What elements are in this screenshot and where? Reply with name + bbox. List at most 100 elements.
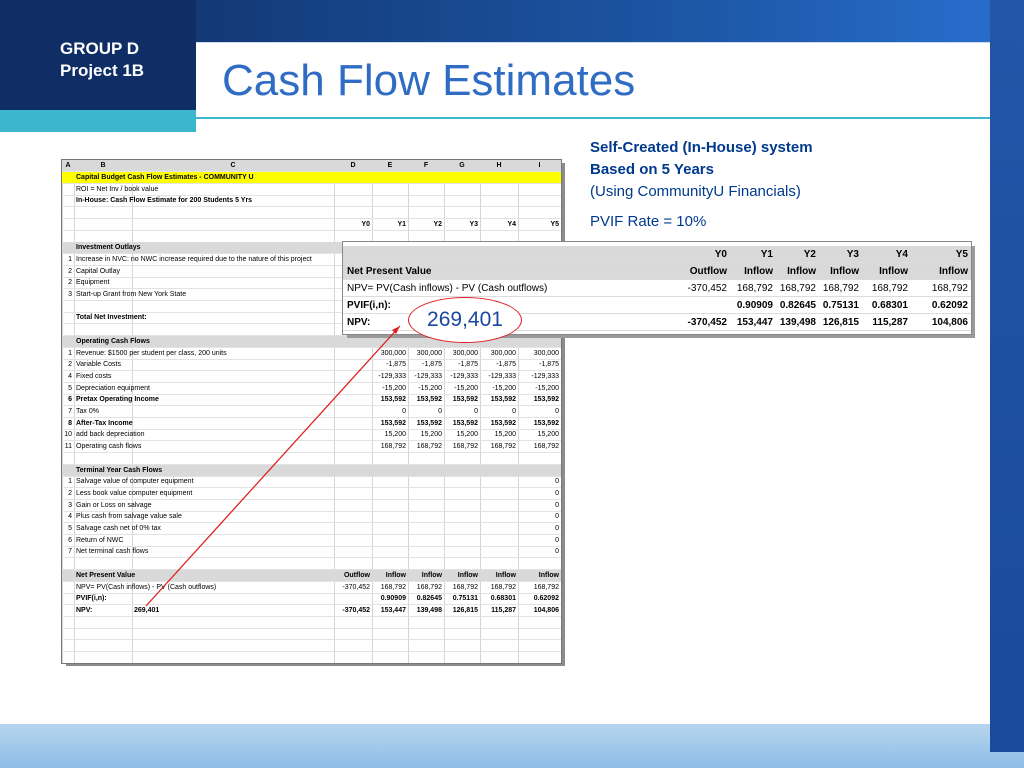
sheet-cell: Operating Cash Flows	[76, 338, 150, 345]
sheet-cell: Operating cash flows	[76, 443, 142, 450]
sheet-row	[62, 652, 561, 663]
slide-title: Cash Flow Estimates	[222, 56, 636, 105]
group-label-box: GROUP D Project 1B	[0, 0, 196, 110]
sheet-cell: Investment Outlays	[76, 244, 141, 251]
info-line-years: Based on 5 Years	[590, 161, 714, 178]
sheet-cell: 10	[64, 431, 72, 438]
sheet-cell: 15,200	[494, 431, 516, 438]
sheet-row: Net Present Value Outflow Inflow Inflow Infl…	[62, 570, 561, 582]
npv-callout-oval: 269,401	[408, 297, 522, 343]
sheet-column-header: F	[423, 162, 429, 169]
callout-cell: Inflow	[939, 266, 968, 277]
callout-row: NPV= PV(Cash inflows) - PV (Cash outflow…	[343, 280, 971, 297]
sheet-cell: Salvage value of computer equipment	[76, 478, 194, 485]
sheet-cell: Less book value computer equipment	[76, 490, 193, 497]
sheet-cell: In-House: Cash Flow Estimate for 200 Stu…	[76, 197, 253, 204]
sheet-row	[62, 558, 561, 570]
callout-cell: 168,792	[822, 283, 859, 294]
sheet-cell: -129,333	[414, 373, 442, 380]
sheet-cell: Capital Budget Cash Flow Estimates - COM…	[76, 174, 254, 181]
sheet-column-header: E	[387, 162, 393, 169]
sheet-cell: -129,333	[531, 373, 559, 380]
sheet-column-headers: A B C D E F G H I	[62, 160, 561, 172]
sheet-cell: 168,792	[490, 443, 516, 450]
sheet-column-header: I	[538, 162, 541, 169]
sheet-cell: 3	[68, 291, 72, 298]
sheet-cell: 5	[68, 525, 72, 532]
sheet-cell: 153,592	[533, 396, 559, 403]
sheet-cell: 0	[555, 478, 559, 485]
sheet-column-header: H	[496, 162, 502, 169]
sheet-cell: 4	[68, 513, 72, 520]
callout-cell: Y4	[895, 249, 908, 260]
sheet-cell: 2	[68, 279, 72, 286]
callout-row: Net Present Value Outflow Inflow Inflow Infl…	[343, 263, 971, 280]
sheet-row: 5 Salvage cash net of 0% tax 0	[62, 523, 561, 535]
sheet-cell: 168,792	[533, 443, 559, 450]
sheet-cell: -129,333	[488, 373, 516, 380]
sheet-cell: 153,592	[490, 396, 516, 403]
sheet-cell: Y2	[433, 221, 442, 228]
sheet-cell: 11	[64, 443, 72, 450]
sheet-cell: 153,447	[380, 607, 406, 614]
sheet-cell: Y1	[397, 221, 406, 228]
callout-row-label: Net Present Value	[347, 266, 432, 277]
sheet-cell: Salvage cash net of 0% tax	[76, 525, 161, 532]
sheet-cell: Net Present Value	[76, 572, 136, 579]
callout-cell: 0.90909	[736, 300, 773, 311]
sheet-cell: Inflow	[495, 572, 516, 579]
sheet-cell: Plus cash from salvage value sale	[76, 513, 182, 520]
sheet-row: 6 Pretax Operating Income 153,592 153,592 15…	[62, 394, 561, 406]
sheet-cell: Y4	[507, 221, 516, 228]
info-line-financials: (Using CommunityU Financials)	[590, 183, 801, 200]
callout-cell: Y1	[760, 249, 773, 260]
accent-strip	[0, 110, 196, 132]
sheet-cell: -129,333	[378, 373, 406, 380]
group-name: GROUP D	[60, 39, 140, 58]
callout-cell: 126,815	[822, 317, 859, 328]
sheet-cell: 139,498	[416, 607, 442, 614]
sheet-cell: add back depreciation	[76, 431, 145, 438]
callout-cell: 168,792	[779, 283, 816, 294]
sheet-cell: Net terminal cash flows	[76, 548, 149, 555]
sheet-row: PVIF(i,n): 0.90909 0.82645 0.75131 0.68301 0.…	[62, 593, 561, 605]
sheet-column-header: G	[459, 162, 465, 169]
sheet-row	[62, 628, 561, 640]
sheet-cell: Y0	[361, 221, 370, 228]
sheet-cell: 126,815	[452, 607, 478, 614]
callout-cell: Inflow	[830, 266, 859, 277]
sheet-cell: -1,875	[386, 361, 406, 368]
sheet-cell: Variable Costs	[76, 361, 122, 368]
sheet-cell: 6	[68, 396, 72, 403]
sheet-cell: Equipment	[76, 279, 110, 286]
sheet-cell: 0.82645	[416, 595, 442, 602]
sheet-cell: 0	[555, 408, 559, 415]
sheet-cell: 0	[512, 408, 516, 415]
sheet-cell: Inflow	[385, 572, 406, 579]
callout-cell: -370,452	[687, 317, 727, 328]
sheet-cell: Inflow	[457, 572, 478, 579]
sheet-cell: -370,452	[342, 607, 370, 614]
bottom-decor-band	[0, 724, 1024, 768]
sheet-row: NPV: 269,401 -370,452 153,447 139,498 126,815…	[62, 605, 561, 617]
sheet-cell: 7	[68, 548, 72, 555]
sheet-cell: 4	[68, 373, 72, 380]
sheet-cell: 2	[68, 490, 72, 497]
callout-cell: 0.68301	[871, 300, 908, 311]
callout-cell	[683, 297, 730, 314]
sheet-cell: 168,792	[452, 443, 478, 450]
spreadsheet-image: A B C D E F G H I Capital Budget Cash Flow Estima…	[61, 159, 562, 664]
callout-cell: 139,498	[779, 317, 816, 328]
callout-row-label: NPV= PV(Cash inflows) - PV (Cash outflow…	[347, 283, 548, 294]
sheet-cell: Total Net Investment:	[76, 314, 147, 321]
accent-line	[196, 117, 990, 119]
sheet-cell: 153,592	[380, 396, 406, 403]
sheet-row: 2 Variable Costs -1,875 -1,875 -1,875 -1,875 -…	[62, 359, 561, 371]
sheet-cell: 153,592	[452, 396, 478, 403]
sheet-cell: 0	[474, 408, 478, 415]
sheet-cell: 0	[555, 525, 559, 532]
sheet-cell: 0.75131	[452, 595, 478, 602]
info-line-system: Self-Created (In-House) system	[590, 139, 813, 156]
callout-cell: Y2	[803, 249, 816, 260]
right-decor-bar	[990, 0, 1024, 752]
